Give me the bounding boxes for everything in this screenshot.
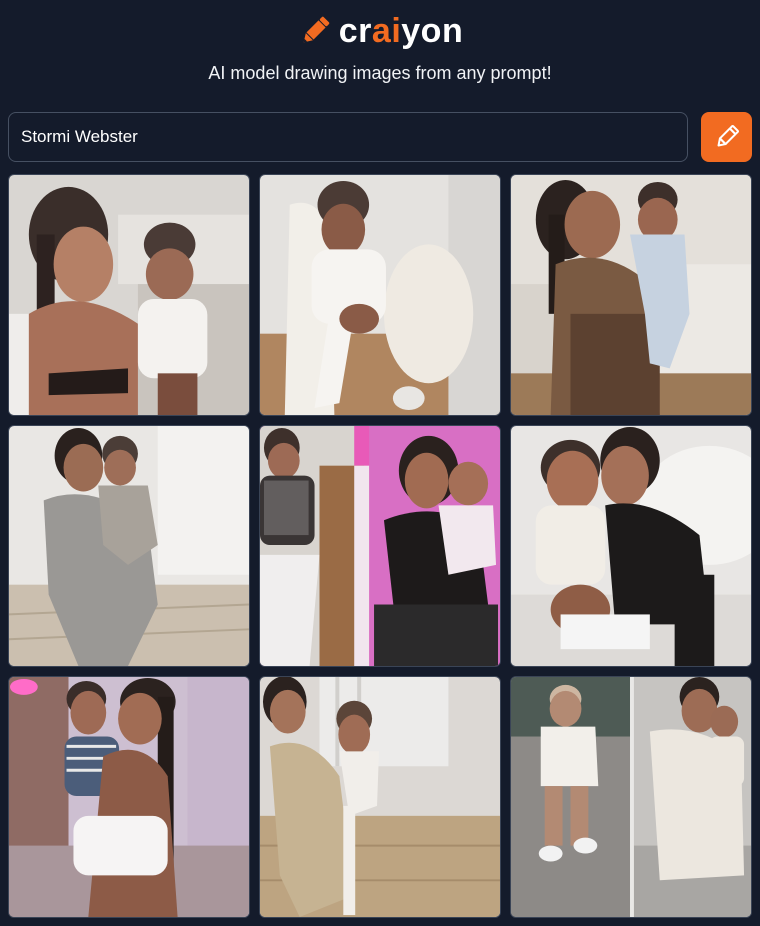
result-image-6[interactable] [510,425,752,667]
result-image-2[interactable] [259,174,501,416]
generated-image [511,426,751,666]
generated-image [511,677,751,917]
result-image-8[interactable] [259,676,501,918]
result-image-5[interactable] [259,425,501,667]
generated-image [9,677,249,917]
generated-image [9,175,249,415]
pencil-logo-icon [303,16,329,43]
generated-image [260,426,500,666]
result-image-4[interactable] [8,425,250,667]
result-image-9[interactable] [510,676,752,918]
result-image-1[interactable] [8,174,250,416]
header: craiyon AI model drawing images from any… [0,0,760,110]
generated-image [260,175,500,415]
tagline: AI model drawing images from any prompt! [208,63,552,83]
logo[interactable]: craiyon [0,10,760,52]
generated-image [9,426,249,666]
draw-button[interactable] [701,112,752,162]
generated-image [511,175,751,415]
prompt-input[interactable] [8,112,688,162]
logo-text: craiyon [338,12,464,50]
pencil-icon [717,125,739,147]
results-grid [8,174,752,918]
generated-image [260,677,500,917]
result-image-3[interactable] [510,174,752,416]
result-image-7[interactable] [8,676,250,918]
